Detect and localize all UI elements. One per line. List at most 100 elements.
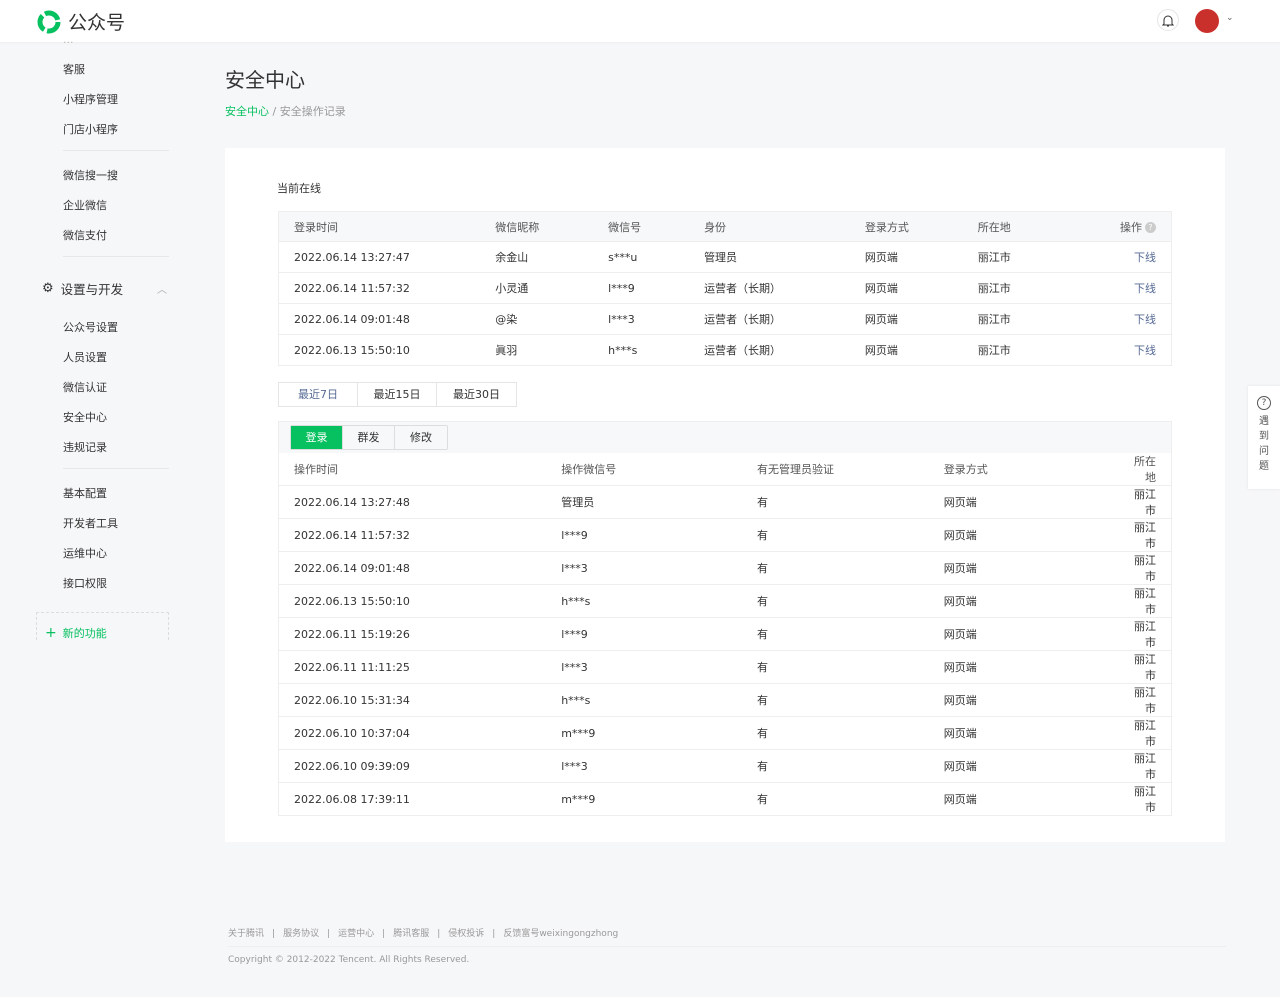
column-header: 操作? xyxy=(1082,211,1172,242)
table-cell: 下线 xyxy=(1082,334,1172,366)
breadcrumb-security-center[interactable]: 安全中心 xyxy=(225,105,269,118)
column-header: 所在地 xyxy=(962,211,1083,242)
table-cell: 运营者（长期） xyxy=(689,272,850,304)
table-row: 2022.06.13 15:50:10 h***s 有网页端 丽江市 xyxy=(278,584,1172,618)
sidebar-item[interactable]: 企业微信 xyxy=(63,197,107,213)
sidebar-item[interactable]: 客服 xyxy=(63,61,85,77)
sidebar-item[interactable]: 接口权限 xyxy=(63,575,107,591)
table-row: 2022.06.10 10:37:04 m***9 有网页端 丽江市 xyxy=(278,716,1172,750)
table-cell: 丽江市 xyxy=(1109,617,1172,651)
table-cell: 2022.06.13 15:50:10 xyxy=(278,334,481,366)
sidebar-item[interactable]: 门店小程序 xyxy=(63,121,118,137)
sidebar-item[interactable]: 开发者工具 xyxy=(63,515,118,531)
sidebar-item[interactable]: 人员设置 xyxy=(63,349,107,365)
sidebar-item[interactable]: 微信认证 xyxy=(63,379,107,395)
tab-broadcast[interactable]: 群发 xyxy=(343,426,395,449)
table-row: 2022.06.14 13:27:48 管理员有网页端 丽江市 xyxy=(278,485,1172,519)
table-cell: h***s xyxy=(593,334,690,366)
table-cell: 网页端 xyxy=(928,617,1110,651)
column-header: 有无管理员验证 xyxy=(741,453,929,486)
sidebar-item[interactable]: 微信搜一搜 xyxy=(63,167,118,183)
sidebar-divider xyxy=(63,256,169,257)
table-cell: 网页端 xyxy=(928,518,1110,552)
table-cell: m***9 xyxy=(546,782,742,816)
table-cell: 丽江市 xyxy=(1109,683,1172,717)
sidebar-item[interactable]: 公众号设置 xyxy=(63,319,118,335)
footer-link[interactable]: 侵权投诉 xyxy=(448,929,484,939)
help-widget[interactable]: ? 遇到问题 xyxy=(1248,386,1280,489)
table-cell: 眞羽 xyxy=(480,334,594,366)
range-7-days[interactable]: 最近7日 xyxy=(279,383,358,406)
chevron-down-icon[interactable]: ⌄ xyxy=(1226,13,1234,23)
table-row: 2022.06.08 17:39:11 m***9 有网页端 丽江市 xyxy=(278,782,1172,816)
table-cell: 2022.06.14 11:57:32 xyxy=(278,518,547,552)
table-cell: 管理员 xyxy=(689,241,850,273)
footer-link[interactable]: 运营中心 xyxy=(338,929,374,939)
sidebar-item[interactable]: 微信支付 xyxy=(63,227,107,243)
sidebar-item[interactable]: 小程序管理 xyxy=(63,91,118,107)
logout-link[interactable]: 下线 xyxy=(1134,282,1156,295)
date-range-selector: 最近7日 最近15日 最近30日 xyxy=(278,382,517,407)
range-30-days[interactable]: 最近30日 xyxy=(437,383,516,406)
sidebar-item[interactable]: 基本配置 xyxy=(63,485,107,501)
column-header: 微信号 xyxy=(593,211,690,242)
table-cell: 下线 xyxy=(1082,303,1172,335)
help-label: 遇到问题 xyxy=(1259,416,1269,472)
footer-link[interactable]: 服务协议 xyxy=(283,929,319,939)
table-cell: 有 xyxy=(741,683,929,717)
table-cell: 运营者（长期） xyxy=(689,303,850,335)
table-cell: 余金山 xyxy=(480,241,594,273)
avatar[interactable] xyxy=(1195,9,1219,33)
sidebar-group-settings-dev[interactable]: ⚙ 设置与开发 ︿ xyxy=(42,279,167,298)
table-row: 2022.06.10 15:31:34 h***s 有网页端 丽江市 xyxy=(278,683,1172,717)
table-cell: l***9 xyxy=(593,272,690,304)
table-cell: 丽江市 xyxy=(1109,551,1172,585)
footer-divider xyxy=(228,946,1226,947)
table-row: 2022.06.11 11:11:25 l***3 有网页端 丽江市 xyxy=(278,650,1172,684)
table-cell: 2022.06.08 17:39:11 xyxy=(278,782,547,816)
logout-link[interactable]: 下线 xyxy=(1134,313,1156,326)
help-circle-icon[interactable]: ? xyxy=(1145,222,1156,233)
footer-link[interactable]: 腾讯客服 xyxy=(393,929,429,939)
column-header: 登录方式 xyxy=(928,453,1110,486)
table-cell: 运营者（长期） xyxy=(689,334,850,366)
column-header: 登录时间 xyxy=(278,211,481,242)
sidebar-item[interactable]: 运维中心 xyxy=(63,545,107,561)
table-cell: 2022.06.14 13:27:47 xyxy=(278,241,481,273)
range-15-days[interactable]: 最近15日 xyxy=(358,383,437,406)
logout-link[interactable]: 下线 xyxy=(1134,344,1156,357)
table-cell: 管理员 xyxy=(546,485,742,519)
content-card: 当前在线 登录时间 微信昵称 微信号 身份 登录方式 所在地 操作? 2022.06.14 1… xyxy=(225,148,1225,842)
footer-separator: | xyxy=(437,929,441,939)
footer-link[interactable]: 反馈富号weixingongzhong xyxy=(503,929,618,939)
table-cell: 下线 xyxy=(1082,272,1172,304)
records-table: 操作时间 操作微信号 有无管理员验证 登录方式 所在地 2022.06.14 13:27:… xyxy=(278,453,1172,816)
table-cell: 有 xyxy=(741,584,929,618)
app-name: 公众号 xyxy=(68,12,126,34)
logout-link[interactable]: 下线 xyxy=(1134,251,1156,264)
table-cell: 2022.06.14 09:01:48 xyxy=(278,303,481,335)
sidebar-item[interactable]: 违规记录 xyxy=(63,439,107,455)
copyright: Copyright © 2012-2022 Tencent. All Right… xyxy=(228,955,470,965)
table-cell: @染 xyxy=(480,303,594,335)
footer-link[interactable]: 关于腾讯 xyxy=(228,929,264,939)
table-cell: 2022.06.10 10:37:04 xyxy=(278,716,547,750)
table-row: 2022.06.14 09:01:48 l***3 有网页端 丽江市 xyxy=(278,551,1172,585)
top-header: 公众号 ⌄ xyxy=(0,0,1280,42)
sidebar-item[interactable]: 安全中心 xyxy=(63,409,107,425)
table-cell: 网页端 xyxy=(928,683,1110,717)
notification-bell-icon[interactable] xyxy=(1157,9,1179,31)
table-cell: m***9 xyxy=(546,716,742,750)
table-row: 2022.06.14 11:57:32 l***9 有网页端 丽江市 xyxy=(278,518,1172,552)
table-cell: l***3 xyxy=(546,650,742,684)
new-feature-button[interactable]: + 新的功能 xyxy=(36,612,169,641)
sidebar-item-ellipsis: ··· xyxy=(63,36,74,49)
table-cell: 2022.06.11 15:19:26 xyxy=(278,617,547,651)
table-cell: 网页端 xyxy=(928,551,1110,585)
table-cell: 小灵通 xyxy=(480,272,594,304)
tab-modify[interactable]: 修改 xyxy=(395,426,447,449)
logo[interactable]: 公众号 xyxy=(36,8,125,35)
tab-login[interactable]: 登录 xyxy=(291,426,343,449)
table-cell: l***9 xyxy=(546,518,742,552)
table-cell: 有 xyxy=(741,650,929,684)
